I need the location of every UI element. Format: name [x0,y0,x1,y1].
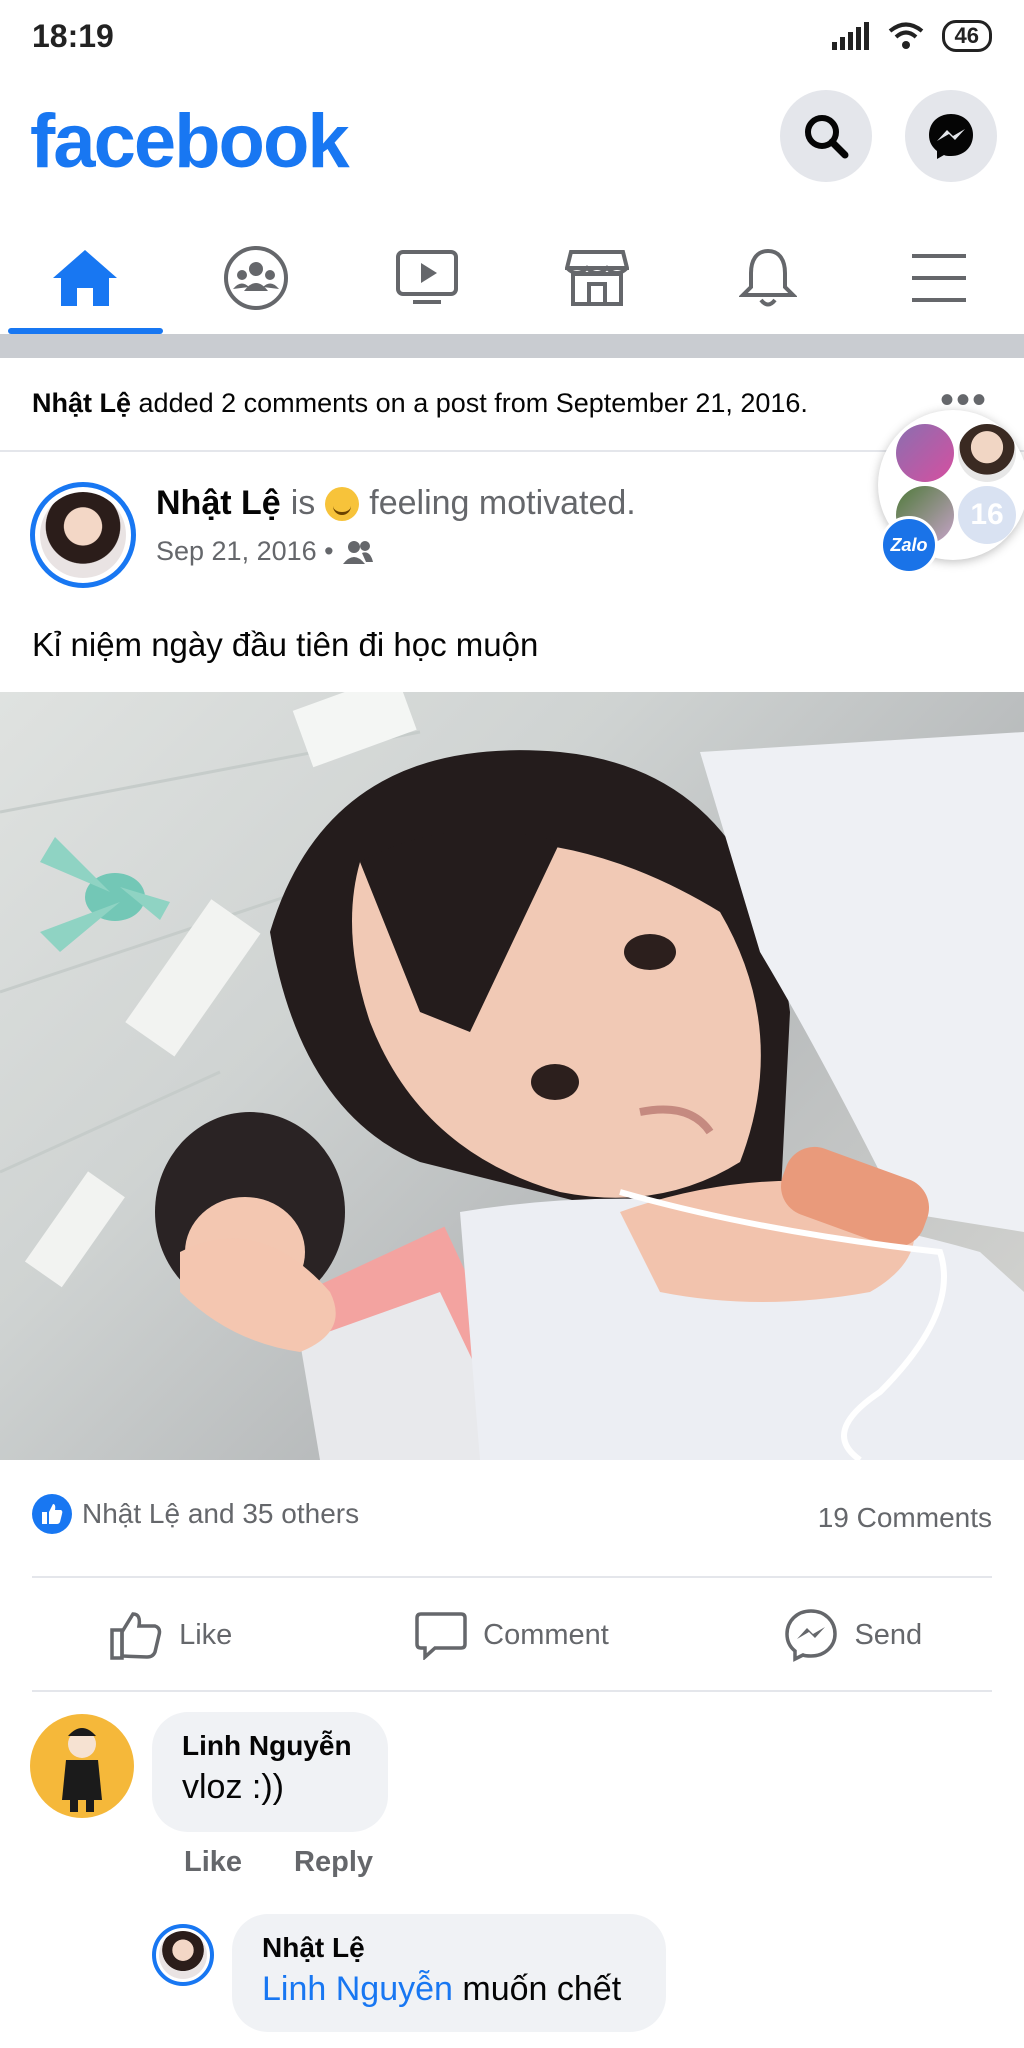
reply-bubble[interactable]: Nhật Lệ Linh Nguyễn muốn chết [232,1914,666,2032]
comment-author[interactable]: Linh Nguyễn [182,1730,358,1762]
chat-head-avatar[interactable] [958,424,1016,482]
tab-notifications[interactable] [683,222,854,334]
tab-watch[interactable] [341,222,512,334]
separator [32,1576,992,1578]
send-button[interactable]: Send [683,1600,1024,1670]
like-reaction-icon [32,1494,72,1534]
search-button[interactable] [780,90,872,182]
comment-actions: Like Reply [184,1846,373,1879]
signal-icon [831,22,869,50]
activity-description: added 2 comments on a post from Septembe… [138,388,808,418]
search-icon [805,115,849,159]
facebook-logo[interactable]: facebook [30,98,350,185]
comment-icon [415,1612,467,1660]
reply-author-avatar[interactable] [152,1924,214,1986]
comment-button[interactable]: Comment [341,1600,682,1670]
smiley-emoji-icon [325,486,360,521]
reply-author[interactable]: Nhật Lệ [262,1932,636,1964]
tab-home[interactable] [0,222,171,334]
menu-icon [911,254,966,302]
post-action-bar: Like Comment Send [0,1600,1024,1670]
like-label: Like [179,1618,233,1651]
reply-body: muốn chết [462,1970,622,2008]
commenter-avatar[interactable] [30,1714,134,1818]
activity-actor[interactable]: Nhật Lệ [32,388,131,418]
post-author-line: Nhật Lệ is feeling motivated. [156,484,636,523]
chat-head-count[interactable]: 16 [958,486,1016,544]
post-meta: Sep 21, 2016 • [156,536,374,567]
home-icon [53,250,118,306]
like-button[interactable]: Like [0,1600,341,1670]
cartoon-avatar-icon [62,1728,102,1812]
post-photo[interactable] [0,692,1024,1460]
thumbs-up-icon [110,1612,162,1660]
post-is-word: is [290,484,316,522]
marketplace-icon [565,250,630,306]
avatar-photo [159,1931,207,1979]
status-time: 18:19 [32,18,114,54]
post-feeling: feeling motivated. [369,484,636,522]
wifi-icon [888,22,923,49]
tab-groups[interactable] [171,222,342,334]
messenger-send-icon [785,1609,838,1662]
main-tabs [0,222,1024,334]
reply-text: Linh Nguyễn muốn chết [262,1970,636,2009]
app-header: facebook [0,80,1024,200]
author-avatar[interactable] [30,482,136,588]
activity-text: Nhật Lệ added 2 comments on a post from … [32,388,808,419]
zalo-badge-icon[interactable]: Zalo [880,516,938,574]
messenger-icon [929,114,973,159]
comment-reply-button[interactable]: Reply [294,1846,373,1879]
separator [32,1690,992,1692]
chat-head-avatar[interactable] [896,424,954,482]
send-label: Send [854,1618,923,1651]
avatar-photo [40,492,126,578]
watch-icon [395,250,458,304]
reply-mention-link[interactable]: Linh Nguyễn [262,1970,453,2008]
comments-count[interactable]: 19 Comments [818,1502,992,1534]
bell-icon [739,248,798,307]
battery-indicator: 46 [941,20,992,52]
comment-label: Comment [483,1618,609,1651]
post-author-name[interactable]: Nhật Lệ [156,484,281,523]
feed-divider [0,334,1024,358]
groups-icon [224,246,288,310]
photo-illustration [0,692,1024,1460]
separator [0,450,1024,452]
comment-like-button[interactable]: Like [184,1846,242,1879]
comment-bubble[interactable]: Linh Nguyễn vloz :)) [152,1712,388,1832]
friends-audience-icon [342,540,373,564]
reactions-summary[interactable]: Nhật Lệ and 35 others [32,1494,359,1534]
reactions-text: Nhật Lệ and 35 others [82,1498,360,1529]
comment-text: vloz :)) [182,1768,284,1806]
post-date[interactable]: Sep 21, 2016 • [156,536,334,567]
messenger-button[interactable] [905,90,997,182]
tab-menu[interactable] [853,222,1024,334]
status-bar: 18:19 46 [0,0,1024,72]
status-icons: 46 [830,20,992,52]
tab-marketplace[interactable] [512,222,683,334]
post-text: Kỉ niệm ngày đầu tiên đi học muộn [32,626,539,663]
